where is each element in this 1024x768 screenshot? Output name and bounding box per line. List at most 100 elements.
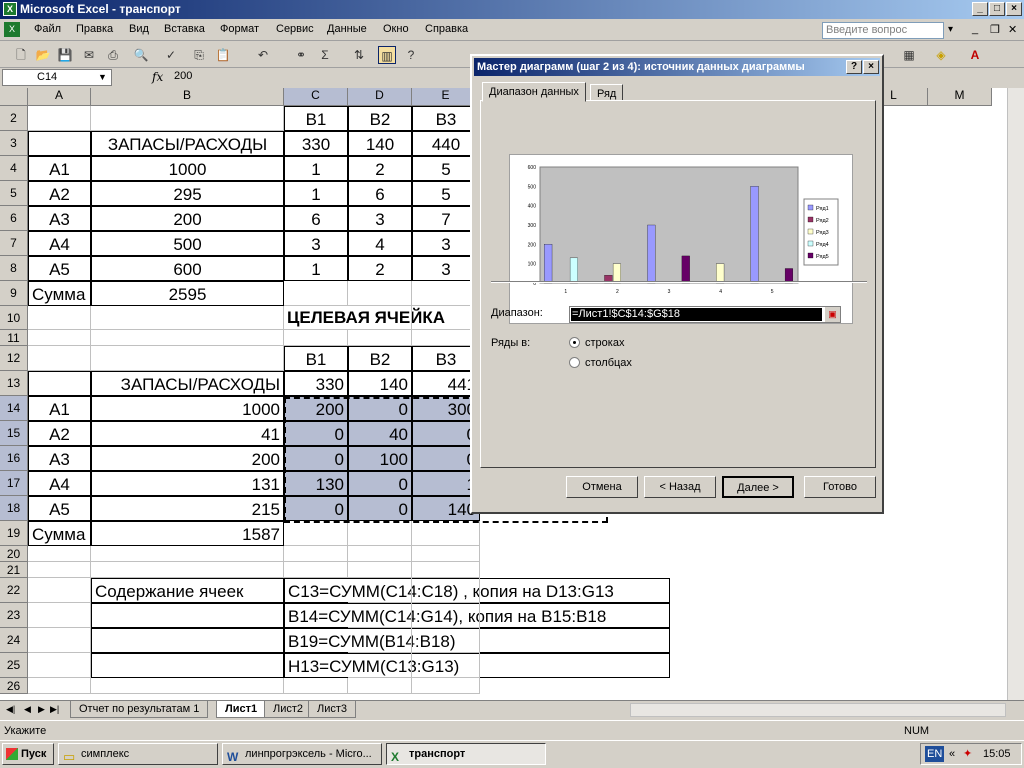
taskbar-item-transport[interactable]: X транспорт xyxy=(386,743,546,765)
open-icon[interactable]: 📂 xyxy=(34,46,52,64)
cell-a13[interactable] xyxy=(28,371,91,396)
cell-d3[interactable]: 140 xyxy=(348,131,412,156)
cell-d4[interactable]: 2 xyxy=(348,156,412,181)
menu-insert[interactable]: Вставка xyxy=(164,23,205,35)
tab-data-range[interactable]: Диапазон данных xyxy=(482,82,586,102)
cell-c26[interactable] xyxy=(284,678,348,694)
cell-b4[interactable]: 1000 xyxy=(91,156,284,181)
cell-d15[interactable]: 40 xyxy=(348,421,412,446)
cell-a11[interactable] xyxy=(28,330,91,346)
cell-b9[interactable]: 2595 xyxy=(91,281,284,306)
cell-b22[interactable]: Содержание ячеек xyxy=(91,578,284,603)
cell-b8[interactable]: 600 xyxy=(91,256,284,281)
cell-c9[interactable] xyxy=(284,281,348,306)
cell-e23[interactable] xyxy=(412,603,480,628)
row-header[interactable]: 15 xyxy=(0,421,28,446)
cell-c17[interactable]: 130 xyxy=(284,471,348,496)
cell-a14[interactable]: A1 xyxy=(28,396,91,421)
cell-d9[interactable] xyxy=(348,281,412,306)
font-color-icon[interactable]: A xyxy=(966,46,984,64)
cell-c7[interactable]: 3 xyxy=(284,231,348,256)
cell-b6[interactable]: 200 xyxy=(91,206,284,231)
cell-b2[interactable] xyxy=(91,106,284,131)
maximize-button[interactable]: □ xyxy=(989,2,1005,16)
menu-edit[interactable]: Правка xyxy=(76,23,113,35)
paste-icon[interactable]: 📋 xyxy=(214,46,232,64)
cell-e26[interactable] xyxy=(412,678,480,694)
cell-e21[interactable] xyxy=(412,562,480,578)
preview-icon[interactable]: 🔍 xyxy=(132,46,150,64)
chart-wizard-icon[interactable]: ▥ xyxy=(378,46,396,64)
cell-e20[interactable] xyxy=(412,546,480,562)
minimize-button[interactable]: _ xyxy=(972,2,988,16)
row-header[interactable]: 25 xyxy=(0,653,28,678)
row-header[interactable]: 2 xyxy=(0,106,28,131)
cell-b23[interactable] xyxy=(91,603,284,628)
cell-d17[interactable]: 0 xyxy=(348,471,412,496)
cell-c13[interactable]: 330 xyxy=(284,371,348,396)
next-sheet-icon[interactable]: ▶ xyxy=(38,704,45,715)
horizontal-scrollbar[interactable] xyxy=(630,703,1006,717)
cell-a19[interactable]: Сумма xyxy=(28,521,91,546)
doc-restore-button[interactable]: ❐ xyxy=(990,23,1000,36)
menu-window[interactable]: Окно xyxy=(383,23,409,35)
cell-c6[interactable]: 6 xyxy=(284,206,348,231)
cell-e19[interactable] xyxy=(412,521,480,546)
cancel-button[interactable]: Отмена xyxy=(566,476,638,498)
back-button[interactable]: < Назад xyxy=(644,476,716,498)
cell-b21[interactable] xyxy=(91,562,284,578)
cell-a5[interactable]: A2 xyxy=(28,181,91,206)
taskbar-item-word[interactable]: W линпрогрэксель - Micro... xyxy=(222,743,382,765)
cell-d6[interactable]: 3 xyxy=(348,206,412,231)
cell-a15[interactable]: A2 xyxy=(28,421,91,446)
doc-minimize-button[interactable]: _ xyxy=(972,23,978,35)
cell-d25[interactable] xyxy=(348,653,412,678)
finish-button[interactable]: Готово xyxy=(804,476,876,498)
row-header[interactable]: 6 xyxy=(0,206,28,231)
prev-sheet-icon[interactable]: ◀ xyxy=(24,704,31,715)
row-header[interactable]: 7 xyxy=(0,231,28,256)
cell-e24[interactable] xyxy=(412,628,480,653)
ask-dropdown-icon[interactable]: ▾ xyxy=(948,24,953,35)
formula-input[interactable]: 200 xyxy=(174,70,192,82)
cell-b20[interactable] xyxy=(91,546,284,562)
cell-c19[interactable] xyxy=(284,521,348,546)
cell-c8[interactable]: 1 xyxy=(284,256,348,281)
cell-b7[interactable]: 500 xyxy=(91,231,284,256)
cell-c5[interactable]: 1 xyxy=(284,181,348,206)
help-icon[interactable]: ? xyxy=(402,46,420,64)
cell-c2[interactable]: B1 xyxy=(284,106,348,131)
fill-color-icon[interactable]: ◈ xyxy=(932,46,950,64)
cell-b26[interactable] xyxy=(91,678,284,694)
cell-a7[interactable]: A4 xyxy=(28,231,91,256)
sheet-tab-list1[interactable]: Лист1 xyxy=(216,701,267,718)
ask-question-input[interactable]: Введите вопрос xyxy=(822,22,944,39)
first-sheet-icon[interactable]: ◀| xyxy=(6,704,15,715)
taskbar-item-simplex[interactable]: ▭ симплекс xyxy=(58,743,218,765)
col-header-b[interactable]: B xyxy=(91,88,284,106)
vertical-scrollbar[interactable] xyxy=(1007,88,1024,700)
dialog-help-button[interactable]: ? xyxy=(846,60,862,74)
row-header[interactable]: 19 xyxy=(0,521,28,546)
workbook-icon[interactable]: X xyxy=(4,22,20,37)
doc-close-button[interactable]: ✕ xyxy=(1008,23,1017,36)
cell-c14[interactable]: 200 xyxy=(284,396,348,421)
cell-a12[interactable] xyxy=(28,346,91,371)
cell-b25[interactable] xyxy=(91,653,284,678)
cell-a24[interactable] xyxy=(28,628,91,653)
last-sheet-icon[interactable]: ▶| xyxy=(50,704,59,715)
row-header[interactable]: 8 xyxy=(0,256,28,281)
save-icon[interactable]: 💾 xyxy=(56,46,74,64)
cell-c15[interactable]: 0 xyxy=(284,421,348,446)
row-header[interactable]: 5 xyxy=(0,181,28,206)
row-header[interactable]: 17 xyxy=(0,471,28,496)
row-header[interactable]: 14 xyxy=(0,396,28,421)
cell-a8[interactable]: A5 xyxy=(28,256,91,281)
new-icon[interactable]: 🗋 xyxy=(12,46,30,64)
spelling-icon[interactable]: ✓ xyxy=(162,46,180,64)
row-header[interactable]: 16 xyxy=(0,446,28,471)
cell-b10[interactable] xyxy=(91,306,284,330)
cell-c16[interactable]: 0 xyxy=(284,446,348,471)
cell-d23[interactable] xyxy=(348,603,412,628)
cell-a2[interactable] xyxy=(28,106,91,131)
